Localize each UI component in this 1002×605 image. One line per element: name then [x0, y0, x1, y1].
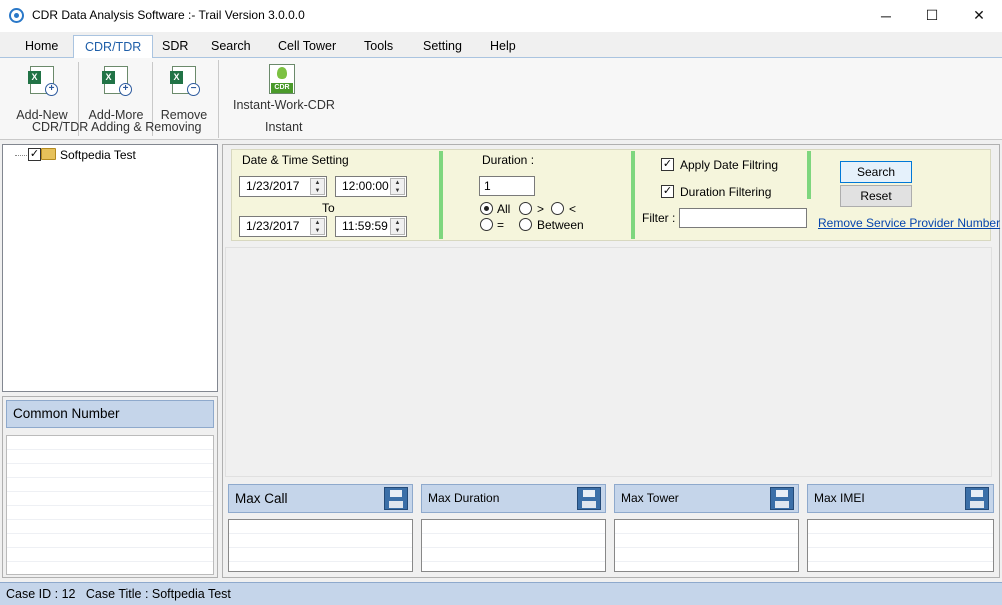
max-imei-header: Max IMEI — [807, 484, 994, 513]
reset-button[interactable]: Reset — [840, 185, 912, 207]
window-title: CDR Data Analysis Software :- Trail Vers… — [32, 8, 305, 22]
spin-arrows-icon[interactable]: ▲ ▼ — [390, 218, 405, 235]
tree-item-label[interactable]: Softpedia Test — [60, 148, 136, 162]
green-separator — [631, 151, 635, 239]
group-label-cdr-tdr: CDR/TDR Adding & Removing — [32, 120, 202, 134]
close-button[interactable]: ✕ — [956, 0, 1002, 31]
save-icon[interactable] — [577, 487, 601, 510]
status-bar: Case ID : 12 Case Title : Softpedia Test — [0, 582, 1002, 605]
tab-cell-tower[interactable]: Cell Tower — [267, 35, 347, 58]
radio-greater[interactable] — [519, 202, 532, 215]
cdr-bulb-icon: CDR — [269, 64, 295, 94]
duration-label: Duration : — [482, 153, 535, 167]
radio-greater-label: > — [537, 202, 545, 216]
common-number-panel: Common Number — [2, 396, 218, 578]
spin-arrows-icon[interactable]: ▲ ▼ — [390, 178, 405, 195]
radio-equal-label: = — [497, 218, 505, 232]
green-separator — [439, 151, 443, 239]
excel-add-more-icon: X + — [102, 66, 132, 96]
duration-filter-label: Duration Filtering — [680, 185, 772, 199]
tab-home[interactable]: Home — [14, 35, 69, 58]
radio-between-label: Between — [537, 218, 584, 232]
radio-all-label: All — [497, 202, 511, 216]
tab-setting[interactable]: Setting — [412, 35, 473, 58]
tab-tools[interactable]: Tools — [353, 35, 404, 58]
radio-all[interactable] — [480, 202, 493, 215]
title-bar: CDR Data Analysis Software :- Trail Vers… — [0, 0, 1002, 32]
results-grid[interactable] — [225, 247, 992, 477]
tab-search[interactable]: Search — [200, 35, 262, 58]
radio-equal[interactable] — [480, 218, 493, 231]
remove-button[interactable]: X − Remove — [151, 64, 217, 122]
radio-less[interactable] — [551, 202, 564, 215]
spin-arrows-icon[interactable]: ▲ ▼ — [310, 218, 325, 235]
date-time-label: Date & Time Setting — [242, 153, 349, 167]
add-new-button[interactable]: X + Add-New — [9, 64, 75, 122]
max-imei-list[interactable] — [807, 519, 994, 572]
excel-remove-icon: X − — [170, 66, 200, 96]
tab-cdr-tdr[interactable]: CDR/TDR — [73, 35, 154, 59]
group-label-instant: Instant — [265, 120, 303, 134]
to-label: To — [322, 201, 335, 215]
duration-input[interactable]: 1 — [479, 176, 535, 196]
save-icon[interactable] — [965, 487, 989, 510]
apply-date-checkbox[interactable]: ✓ — [661, 158, 674, 171]
save-icon[interactable] — [770, 487, 794, 510]
max-tower-header: Max Tower — [614, 484, 799, 513]
max-duration-header: Max Duration — [421, 484, 606, 513]
spin-arrows-icon[interactable]: ▲ ▼ — [310, 178, 325, 195]
tree-connector — [15, 155, 29, 156]
max-call-list[interactable] — [228, 519, 413, 572]
filter-label: Filter : — [642, 211, 676, 225]
max-duration-list[interactable] — [421, 519, 606, 572]
to-time-picker[interactable]: 11:59:59 P ▲ ▼ — [335, 216, 407, 237]
max-call-header: Max Call — [228, 484, 413, 513]
radio-less-label: < — [569, 202, 577, 216]
green-separator — [807, 151, 811, 199]
minimize-button[interactable]: ─ — [863, 0, 909, 31]
menu-bar: Home CDR/TDR SDR Search Cell Tower Tools… — [0, 32, 1002, 59]
from-time-picker[interactable]: 12:00:00 A ▲ ▼ — [335, 176, 407, 197]
search-button[interactable]: Search — [840, 161, 912, 183]
from-date-picker[interactable]: 1/23/2017 ▲ ▼ — [239, 176, 327, 197]
radio-between[interactable] — [519, 218, 532, 231]
case-tree[interactable]: ✓ Softpedia Test — [2, 144, 218, 392]
save-icon[interactable] — [384, 487, 408, 510]
excel-add-icon: X + — [28, 66, 58, 96]
filter-input[interactable] — [679, 208, 807, 228]
instant-work-cdr-button[interactable]: CDR Instant-Work-CDR — [233, 64, 335, 116]
maximize-button[interactable]: ☐ — [909, 0, 955, 31]
add-more-button[interactable]: X + Add-More — [83, 64, 149, 122]
remove-service-provider-link[interactable]: Remove Service Provider Number — [818, 216, 1000, 230]
ribbon-group-separator — [218, 60, 219, 138]
tab-sdr[interactable]: SDR — [151, 35, 199, 58]
tab-help[interactable]: Help — [479, 35, 527, 58]
max-tower-list[interactable] — [614, 519, 799, 572]
common-number-header: Common Number — [6, 400, 214, 428]
apply-date-label: Apply Date Filtring — [680, 158, 779, 172]
common-number-list[interactable] — [6, 435, 214, 575]
to-date-picker[interactable]: 1/23/2017 ▲ ▼ — [239, 216, 327, 237]
duration-filter-checkbox[interactable]: ✓ — [661, 185, 674, 198]
folder-icon — [41, 148, 56, 160]
tree-checkbox[interactable]: ✓ — [28, 148, 41, 161]
app-icon — [9, 8, 24, 23]
